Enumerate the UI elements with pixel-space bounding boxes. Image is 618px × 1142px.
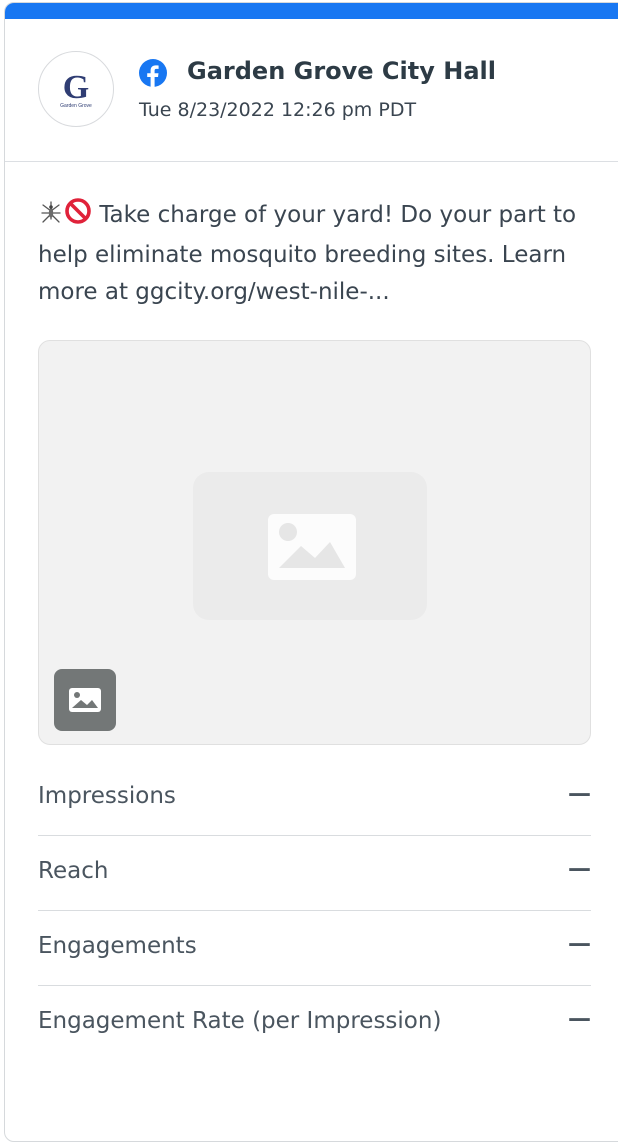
metric-value: — xyxy=(568,1006,591,1032)
post-header: G Garden Grove Garden Grove City Hall Tu… xyxy=(5,19,618,162)
media-placeholder xyxy=(193,472,427,620)
metric-impressions: Impressions — xyxy=(38,761,591,836)
svg-text:Garden Grove: Garden Grove xyxy=(60,103,92,109)
post-metrics: Impressions — Reach — Engagements — Enga… xyxy=(38,761,591,1060)
media-type-badge xyxy=(54,669,116,731)
post-media[interactable] xyxy=(38,340,591,745)
post-timestamp: Tue 8/23/2022 12:26 pm PDT xyxy=(139,99,417,121)
metric-label: Reach xyxy=(38,858,109,884)
mosquito-emoji xyxy=(38,199,64,237)
metric-label: Impressions xyxy=(38,783,176,809)
metric-reach: Reach — xyxy=(38,836,591,911)
metric-engagement-rate: Engagement Rate (per Impression) — xyxy=(38,986,591,1060)
metric-label: Engagement Rate (per Impression) xyxy=(38,1008,442,1034)
account-name[interactable]: Garden Grove City Hall xyxy=(187,57,496,85)
post-card[interactable]: G Garden Grove Garden Grove City Hall Tu… xyxy=(4,2,618,1142)
metric-value: — xyxy=(568,931,591,957)
image-icon xyxy=(268,514,356,580)
avatar[interactable]: G Garden Grove xyxy=(38,51,114,127)
network-color-bar xyxy=(5,3,618,19)
facebook-icon xyxy=(139,59,167,87)
metric-value: — xyxy=(568,781,591,807)
image-icon xyxy=(69,688,101,712)
metric-label: Engagements xyxy=(38,933,197,959)
metric-value: — xyxy=(568,856,591,882)
metric-engagements: Engagements — xyxy=(38,911,591,986)
garden-grove-logo: G Garden Grove xyxy=(46,59,106,119)
post-message: Take charge of your yard! Do your part t… xyxy=(38,197,593,311)
prohibited-emoji xyxy=(64,197,92,237)
post-message-text: Take charge of your yard! Do your part t… xyxy=(38,202,577,305)
